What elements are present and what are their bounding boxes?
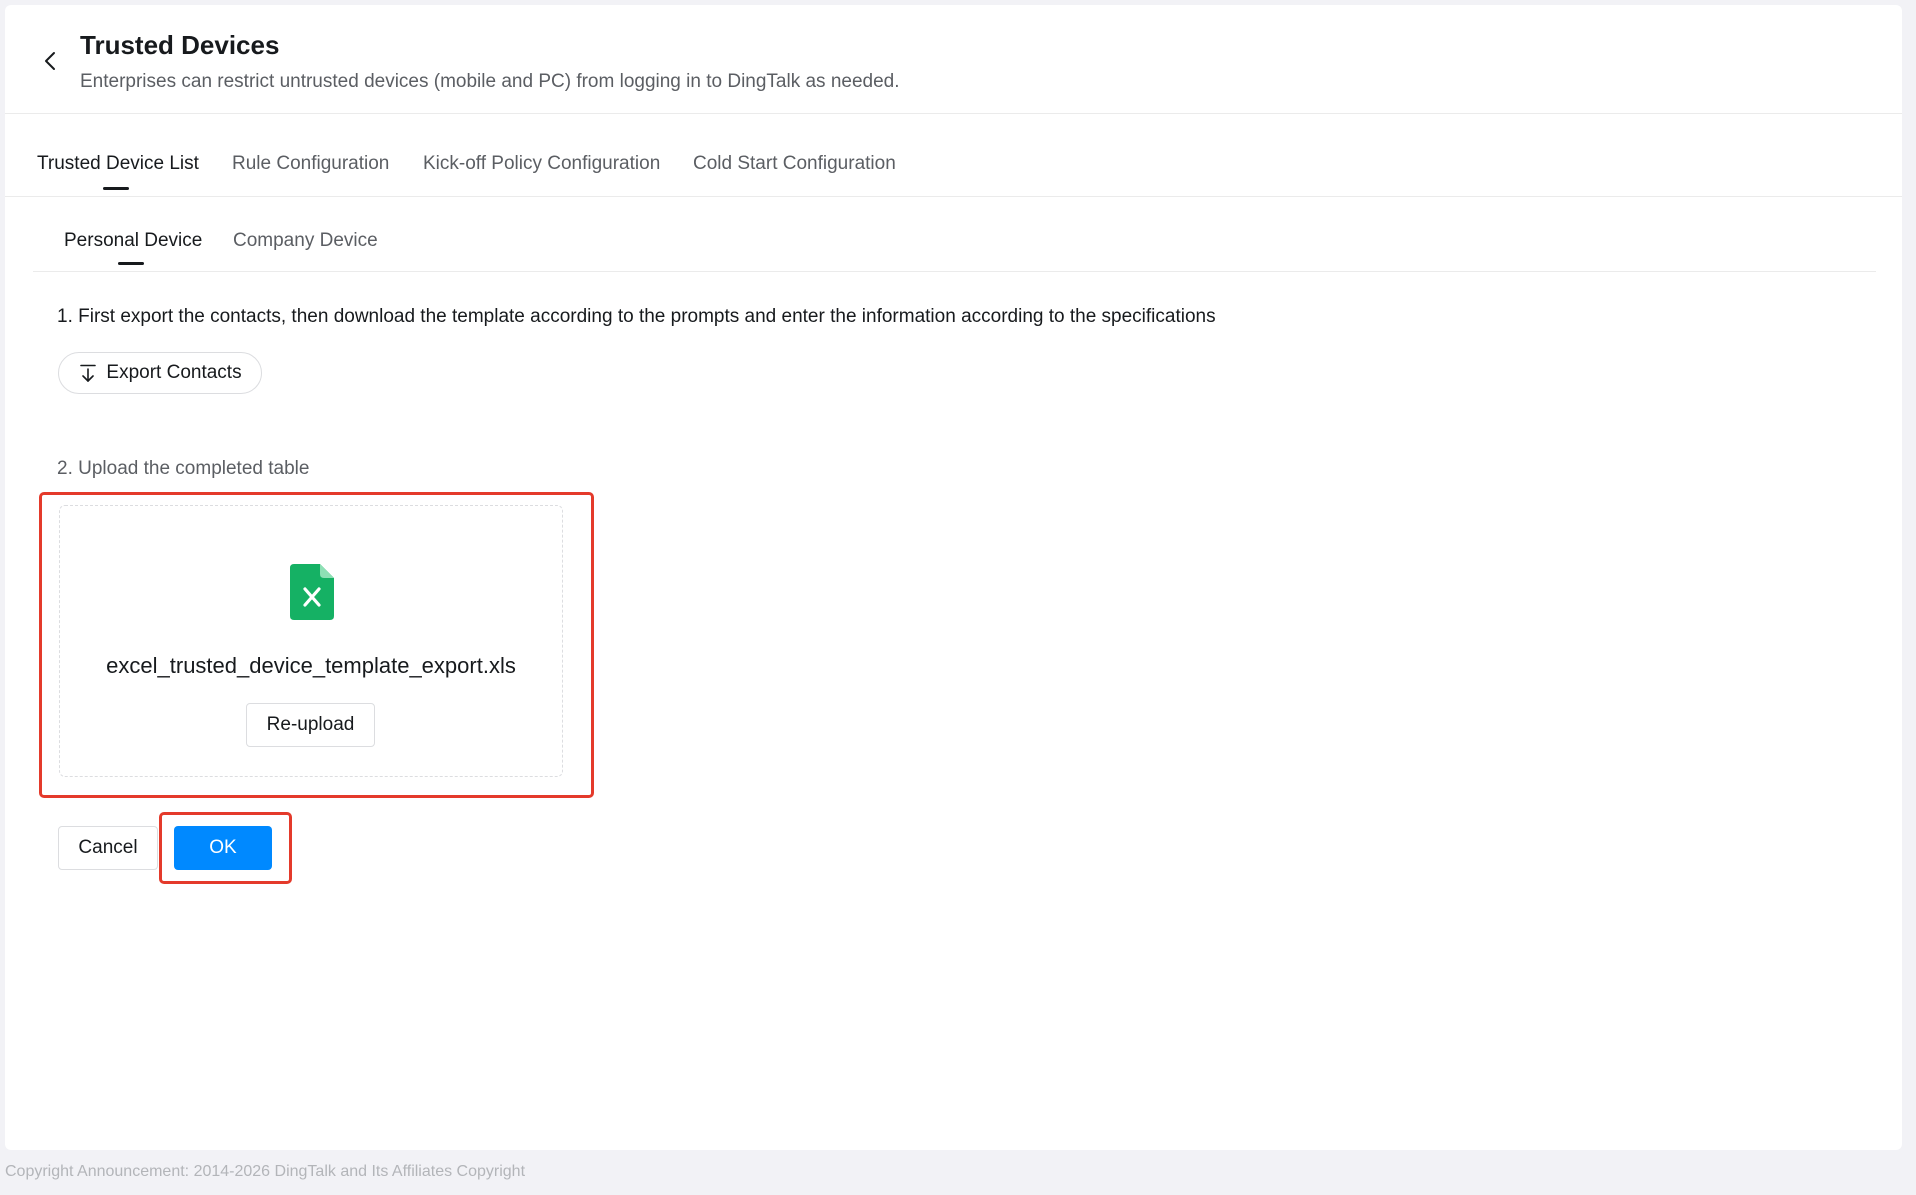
ok-highlight-box xyxy=(159,812,292,884)
cancel-button[interactable]: Cancel xyxy=(58,826,158,870)
device-subtabs: Personal Device Company Device xyxy=(33,197,1876,272)
step2-instruction: 2. Upload the completed table xyxy=(57,458,310,479)
back-button[interactable] xyxy=(39,49,63,73)
tab-rule-configuration[interactable]: Rule Configuration xyxy=(232,153,389,175)
tab-kick-off-policy-configuration[interactable]: Kick-off Policy Configuration xyxy=(423,153,660,175)
export-contacts-label: Export Contacts xyxy=(106,362,242,383)
subtab-company-device[interactable]: Company Device xyxy=(233,230,378,252)
export-contacts-button[interactable]: Export Contacts xyxy=(58,352,262,394)
page-title: Trusted Devices xyxy=(80,30,280,60)
upload-highlight-box xyxy=(39,492,594,798)
page-subtitle: Enterprises can restrict untrusted devic… xyxy=(80,71,900,92)
main-tabs: Trusted Device List Rule Configuration K… xyxy=(5,114,1902,197)
tab-trusted-device-list[interactable]: Trusted Device List xyxy=(37,153,199,175)
step1-instruction: 1. First export the contacts, then downl… xyxy=(57,306,1216,327)
active-subtab-indicator xyxy=(118,262,144,265)
subtab-personal-device[interactable]: Personal Device xyxy=(64,230,202,252)
chevron-left-icon xyxy=(45,52,55,70)
page-header: Trusted Devices Enterprises can restrict… xyxy=(5,5,1902,114)
active-tab-indicator xyxy=(103,187,129,190)
tab-cold-start-configuration[interactable]: Cold Start Configuration xyxy=(693,153,896,175)
download-icon xyxy=(80,364,97,382)
copyright-footer: Copyright Announcement: 2014-2026 DingTa… xyxy=(5,1163,526,1180)
